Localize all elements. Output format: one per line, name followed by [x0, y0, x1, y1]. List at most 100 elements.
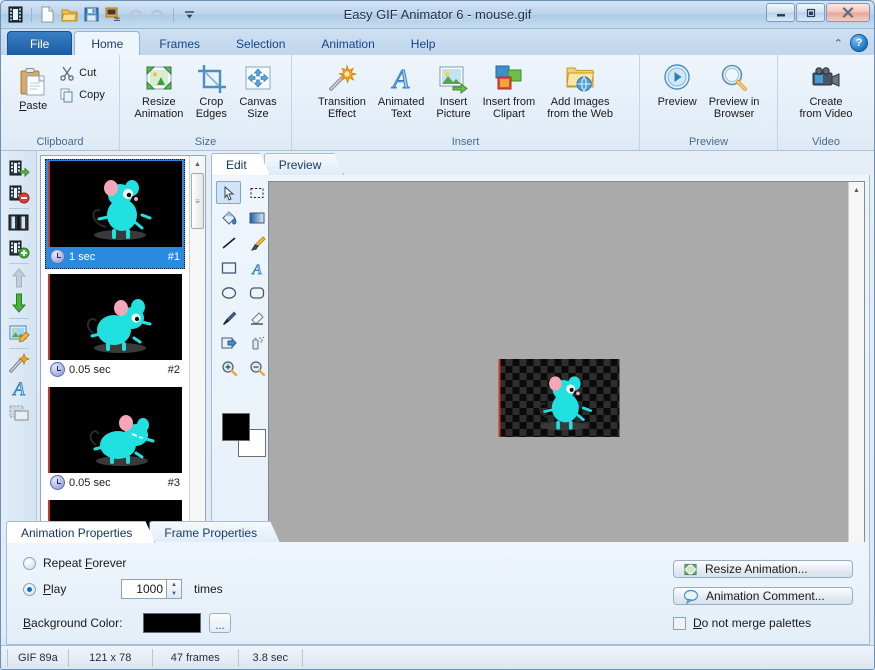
resize-animation-button[interactable]: Resize Animation...	[673, 560, 853, 578]
frame-meta: 1 sec #1	[47, 247, 183, 267]
customize-qat-icon[interactable]	[180, 5, 199, 24]
transparency-icon[interactable]	[6, 401, 32, 425]
preview-button[interactable]: Preview	[652, 60, 703, 110]
canvas-size-button[interactable]: CanvasSize	[233, 60, 282, 122]
text-tool[interactable]: A	[244, 256, 269, 279]
foreground-color-swatch[interactable]	[222, 413, 250, 441]
scroll-up-icon[interactable]: ▲	[190, 156, 206, 172]
close-button[interactable]	[826, 3, 870, 22]
export-frame-icon[interactable]	[6, 156, 32, 180]
move-tool[interactable]	[216, 331, 241, 354]
play-radio[interactable]	[23, 583, 36, 596]
new-icon[interactable]	[38, 5, 57, 24]
frame-tools-separator-1	[9, 208, 29, 209]
create-from-video-button[interactable]: Createfrom Video	[794, 60, 859, 122]
collapse-ribbon-icon[interactable]: ⌃	[834, 37, 843, 50]
quick-access-toolbar	[1, 5, 199, 24]
animated-text-label: AnimatedText	[378, 96, 424, 120]
save-for-web-icon[interactable]	[104, 5, 123, 24]
marquee-select-tool[interactable]	[244, 181, 269, 204]
eraser-tool[interactable]	[244, 306, 269, 329]
tab-selection[interactable]: Selection	[219, 31, 302, 55]
canvas-scroll-up-icon[interactable]: ▲	[849, 182, 865, 198]
frame-meta: 0.05 sec #2	[47, 360, 183, 380]
frame-item-1[interactable]: 1 sec #1	[45, 159, 185, 269]
frame-item-2[interactable]: 0.05 sec #2	[45, 272, 185, 382]
do-not-merge-palettes-checkbox[interactable]	[673, 617, 686, 630]
tab-frames[interactable]: Frames	[142, 31, 217, 55]
repeat-forever-radio[interactable]	[23, 557, 36, 570]
brush-tool[interactable]	[244, 231, 269, 254]
eyedropper-tool[interactable]	[216, 306, 241, 329]
spray-tool[interactable]	[244, 331, 269, 354]
frame-duration-text: 0.05 sec	[69, 364, 111, 376]
move-frame-down-icon[interactable]	[6, 291, 32, 315]
cut-label: Cut	[79, 67, 96, 79]
tab-animation-properties[interactable]: Animation Properties	[6, 521, 155, 543]
select-arrow-tool[interactable]	[216, 181, 241, 204]
save-icon[interactable]	[82, 5, 101, 24]
tab-preview[interactable]: Preview	[264, 153, 345, 175]
frame-marker-bar	[48, 274, 50, 360]
rectangle-tool[interactable]	[216, 256, 241, 279]
duplicate-frame-icon[interactable]	[6, 211, 32, 235]
insert-clipart-button[interactable]: Insert fromClipart	[477, 60, 542, 122]
stepper-up-icon[interactable]: ▲	[167, 580, 181, 589]
frame-list-scroll-thumb[interactable]: ≡	[191, 173, 204, 229]
cut-button[interactable]: Cut	[55, 62, 109, 84]
maximize-button[interactable]	[796, 3, 825, 22]
zoom-in-tool[interactable]	[216, 356, 241, 379]
resize-animation-ribbon-button[interactable]: ResizeAnimation	[128, 60, 189, 122]
status-duration: 3.8 sec	[239, 649, 303, 667]
create-from-video-label: Createfrom Video	[800, 96, 853, 120]
tab-animation[interactable]: Animation	[304, 31, 391, 55]
zoom-out-tool[interactable]	[244, 356, 269, 379]
play-count-stepper[interactable]: ▲ ▼	[167, 579, 182, 599]
gradient-tool[interactable]	[244, 206, 269, 229]
text-tool-icon[interactable]: A	[6, 376, 32, 400]
resize-animation-button-icon	[683, 562, 698, 577]
frame-item-3[interactable]: 0.05 sec #3	[45, 385, 185, 495]
ellipse-tool[interactable]	[216, 281, 241, 304]
cut-icon	[59, 65, 75, 81]
add-images-web-button[interactable]: Add Imagesfrom the Web	[541, 60, 619, 122]
copy-button[interactable]: Copy	[55, 84, 109, 106]
preview-browser-button[interactable]: Preview inBrowser	[703, 60, 766, 122]
minimize-button[interactable]	[766, 3, 795, 22]
animated-text-button[interactable]: A AnimatedText	[372, 60, 430, 122]
play-count-input[interactable]: 1000	[121, 579, 167, 599]
stepper-down-icon[interactable]: ▼	[167, 589, 181, 598]
tab-home[interactable]: Home	[74, 31, 140, 55]
move-frame-up-icon[interactable]	[6, 266, 32, 290]
ribbon-group-insert: TransitionEffect A AnimatedText	[291, 55, 639, 150]
help-icon[interactable]: ?	[850, 34, 868, 52]
magic-wand-icon[interactable]	[6, 351, 32, 375]
crop-edges-button[interactable]: CropEdges	[189, 60, 233, 122]
ribbon: Paste Cut	[1, 55, 874, 151]
background-color-browse-button[interactable]: ...	[209, 613, 231, 633]
paste-button[interactable]: Paste	[11, 62, 55, 114]
delete-frame-icon[interactable]	[6, 181, 32, 205]
canvas-size-label: CanvasSize	[239, 96, 276, 120]
open-icon[interactable]	[60, 5, 79, 24]
crop-edges-label: CropEdges	[196, 96, 227, 120]
line-tool[interactable]	[216, 231, 241, 254]
add-frame-icon[interactable]	[6, 236, 32, 260]
redo-icon[interactable]	[148, 5, 167, 24]
transition-effect-button[interactable]: TransitionEffect	[312, 60, 372, 122]
tab-frame-properties[interactable]: Frame Properties	[149, 521, 280, 543]
transition-effect-icon	[326, 62, 358, 94]
animation-comment-button[interactable]: Animation Comment...	[673, 587, 853, 605]
tab-file[interactable]: File	[7, 31, 72, 55]
insert-picture-button[interactable]: InsertPicture	[430, 60, 476, 122]
background-color-swatch[interactable]	[143, 613, 201, 633]
rounded-rectangle-tool[interactable]	[244, 281, 269, 304]
paint-bucket-tool[interactable]	[216, 206, 241, 229]
edit-image-icon[interactable]	[6, 321, 32, 345]
add-images-web-icon	[564, 62, 596, 94]
gif-canvas[interactable]	[498, 359, 619, 437]
tab-edit[interactable]: Edit	[211, 153, 270, 175]
tab-help[interactable]: Help	[394, 31, 453, 55]
undo-icon[interactable]	[126, 5, 145, 24]
app-icon[interactable]	[6, 5, 25, 24]
